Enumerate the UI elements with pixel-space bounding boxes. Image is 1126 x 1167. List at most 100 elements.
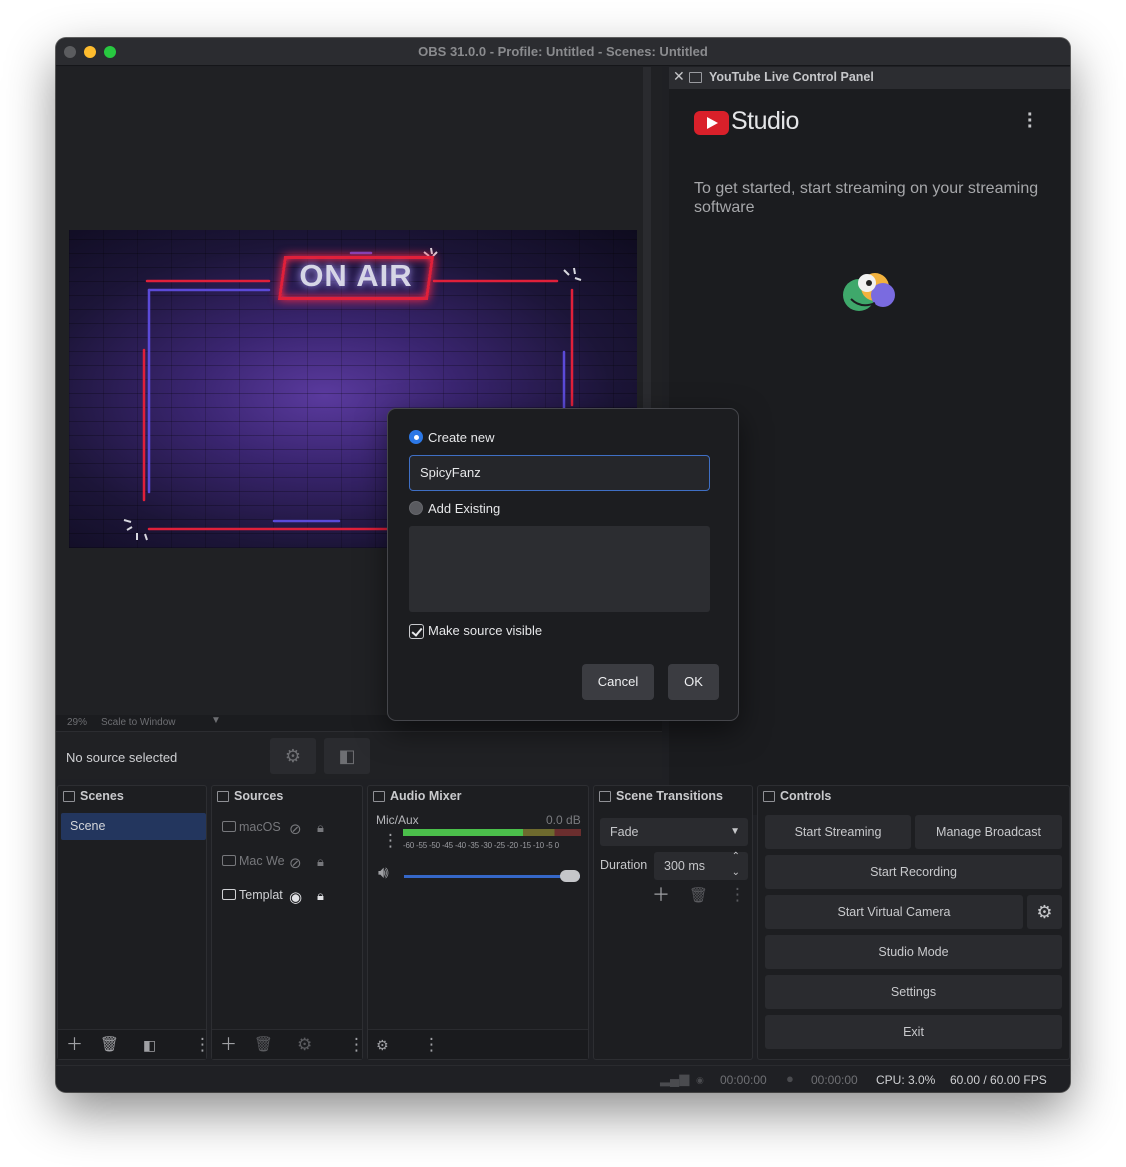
add-icon[interactable]: ＋ — [66, 1036, 83, 1054]
scenes-dock: Scenes Scene ＋ 🗑 ◧ ⋮ — [57, 785, 211, 1060]
volume-slider[interactable] — [404, 875, 580, 878]
obs-window: OBS 31.0.0 - Profile: Untitled - Scenes:… — [56, 38, 1070, 1092]
duration-input[interactable]: 300 ms ⌃ ⌄ — [654, 849, 748, 881]
more-options-icon[interactable]: · · · — [1027, 105, 1034, 137]
hidden-eye-icon[interactable]: ⊘ — [289, 854, 302, 872]
source-item-macos[interactable]: macOS ⊘ 🔒︎ — [222, 820, 324, 844]
source-item-template[interactable]: Templat ◉ 🔒︎ — [222, 888, 324, 912]
controls-header: Controls — [758, 786, 1069, 808]
advanced-audio-icon[interactable]: ⚙ — [376, 1036, 389, 1054]
sources-title: Sources — [234, 789, 284, 803]
audio-mixer-title: Audio Mixer — [390, 789, 462, 803]
image-icon — [222, 889, 236, 900]
source-label: Mac We — [239, 854, 285, 868]
meter-scale: -60 -55 -50 -45 -40 -35 -30 -25 -20 -15 … — [403, 841, 559, 850]
more-icon[interactable]: ⋮ — [348, 1036, 365, 1054]
channel-level: 0.0 dB — [546, 813, 581, 827]
record-timer: 00:00:00 — [811, 1073, 858, 1087]
source-toolbar: No source selected ⚙ ◧ — [56, 731, 662, 779]
source-item-mac-webcam[interactable]: Mac We ⊘ 🔒︎ — [222, 854, 324, 878]
sources-dock: Sources macOS ⊘ 🔒︎ Mac We ⊘ 🔒︎ Templat ◉… — [211, 785, 365, 1060]
more-icon[interactable]: ⋮ — [729, 886, 746, 904]
lock-icon[interactable]: 🔒︎ — [317, 854, 324, 870]
channel-name: Mic/Aux — [376, 813, 419, 827]
make-visible-label: Make source visible — [428, 623, 543, 638]
manage-broadcast-button[interactable]: Manage Broadcast — [915, 815, 1062, 849]
lock-icon[interactable]: 🔒︎ — [317, 820, 324, 836]
duration-label: Duration — [600, 858, 648, 872]
start-virtual-camera-button[interactable]: Start Virtual Camera — [765, 895, 1023, 929]
audio-mixer-header: Audio Mixer — [368, 786, 588, 808]
gear-icon[interactable]: ⚙ — [297, 1036, 312, 1054]
source-label: macOS — [239, 820, 281, 834]
transitions-header: Scene Transitions — [594, 786, 752, 808]
transitions-title: Scene Transitions — [616, 789, 723, 803]
dock-icon — [63, 791, 75, 802]
more-icon[interactable]: ⋮ — [194, 1036, 211, 1054]
more-icon[interactable]: ⋮ — [423, 1036, 440, 1054]
start-streaming-button[interactable]: Start Streaming — [765, 815, 911, 849]
float-dock-icon[interactable] — [689, 72, 702, 83]
trash-icon[interactable]: 🗑 — [689, 887, 708, 905]
add-existing-label: Add Existing — [428, 501, 501, 516]
sources-dock-header: Sources — [212, 786, 362, 808]
add-icon[interactable]: ＋ — [652, 886, 670, 904]
display-icon — [222, 821, 236, 832]
virtual-camera-settings-button[interactable]: ⚙ — [1027, 895, 1062, 929]
transition-select[interactable]: Fade ▼ — [600, 818, 748, 846]
camera-icon — [222, 855, 236, 866]
scene-list-item[interactable]: Scene — [61, 813, 206, 840]
chevron-down-icon[interactable]: ▼ — [211, 715, 221, 726]
add-icon[interactable]: ＋ — [220, 1036, 237, 1054]
settings-button[interactable]: Settings — [765, 975, 1062, 1009]
scale-mode-select[interactable]: Scale to Window — [101, 717, 175, 728]
existing-sources-list[interactable] — [409, 526, 710, 612]
more-icon[interactable]: ⋮ — [382, 832, 399, 850]
youtube-panel-header: ✕ YouTube Live Control Panel — [669, 67, 1070, 89]
youtube-panel-message: To get started, start streaming on your … — [694, 180, 1039, 216]
dock-icon — [763, 791, 775, 802]
transition-value: Fade — [610, 825, 639, 839]
stepper-icon[interactable]: ⌃ ⌄ — [732, 849, 740, 881]
fps-readout: 60.00 / 60.00 FPS — [950, 1073, 1047, 1087]
add-existing-radio[interactable] — [409, 501, 423, 515]
exit-button[interactable]: Exit — [765, 1015, 1062, 1049]
no-source-label: No source selected — [66, 750, 178, 765]
hidden-eye-icon[interactable]: ⊘ — [289, 820, 302, 838]
close-icon[interactable]: ✕ — [673, 68, 685, 85]
volume-meter-level — [403, 829, 523, 836]
add-source-dialog: Create new SpicyFanz Add Existing Make s… — [387, 408, 739, 721]
chevron-down-icon: ▼ — [730, 826, 740, 837]
speaker-icon[interactable]: 🔊︎ — [378, 864, 389, 882]
youtube-panel-title: YouTube Live Control Panel — [709, 70, 874, 84]
source-properties-button[interactable]: ⚙ — [270, 738, 316, 774]
ok-button[interactable]: OK — [668, 664, 719, 700]
studio-mode-button[interactable]: Studio Mode — [765, 935, 1062, 969]
make-visible-checkbox[interactable] — [409, 624, 424, 639]
start-recording-button[interactable]: Start Recording — [765, 855, 1062, 889]
filter-icon[interactable]: ◧ — [143, 1036, 156, 1054]
eye-icon[interactable]: ◉ — [289, 888, 302, 906]
record-status-icon: ● — [786, 1071, 794, 1086]
zoom-level: 29% — [67, 717, 88, 728]
dock-icon — [217, 791, 229, 802]
gear-icon: ⚙ — [1036, 902, 1053, 922]
cpu-usage: CPU: 3.0% — [876, 1073, 936, 1087]
cancel-button[interactable]: Cancel — [582, 664, 654, 700]
controls-title: Controls — [780, 789, 832, 803]
trash-icon[interactable]: 🗑 — [254, 1036, 273, 1054]
scenes-footer: ＋ 🗑 ◧ ⋮ — [58, 1029, 211, 1059]
bottom-docks: Scenes Scene ＋ 🗑 ◧ ⋮ Sources macOS ⊘ 🔒︎ … — [56, 785, 1070, 1065]
create-new-radio[interactable] — [409, 430, 423, 444]
youtube-illustration — [843, 273, 895, 311]
source-filters-button[interactable]: ◧ — [324, 738, 370, 774]
source-name-input[interactable]: SpicyFanz — [409, 455, 710, 491]
youtube-logo-icon — [694, 111, 729, 135]
stream-status-icon: ◉ — [696, 1075, 704, 1085]
filter-icon: ◧ — [338, 746, 356, 766]
create-new-label: Create new — [428, 430, 495, 445]
dock-icon — [599, 791, 611, 802]
volume-slider-handle[interactable] — [560, 870, 580, 882]
trash-icon[interactable]: 🗑 — [100, 1036, 119, 1054]
lock-icon[interactable]: 🔒︎ — [317, 888, 324, 904]
